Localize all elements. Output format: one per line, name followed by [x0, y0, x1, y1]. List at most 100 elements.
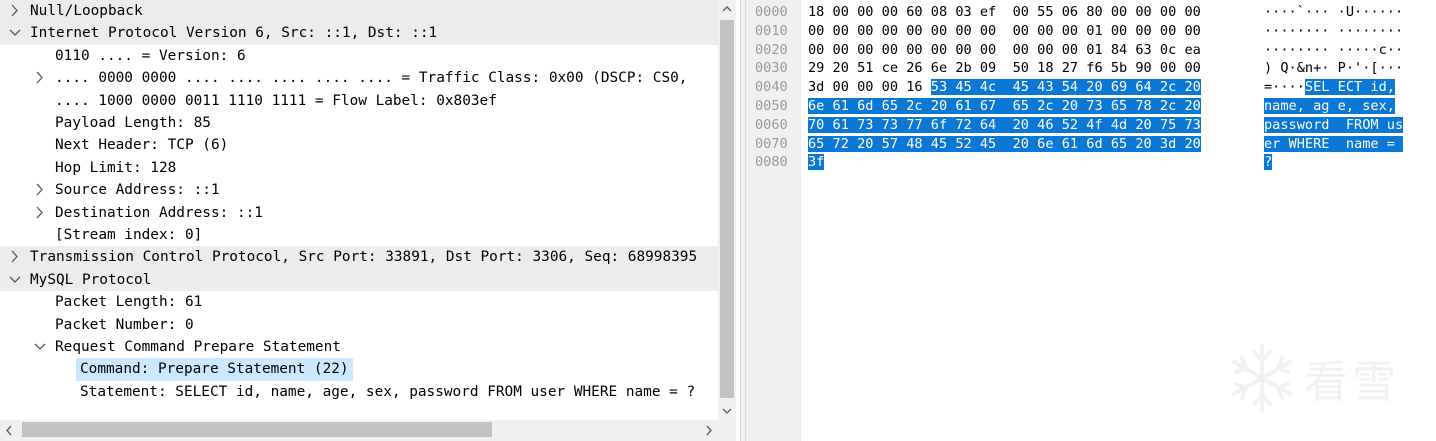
hex-bytes: 00 00 00 00 00 00 00 00 00 00 00 01 84 6…	[808, 41, 1201, 58]
hex-bytes: 00 00 00 00 00 00 00 00 00 00 00 01 00 0…	[808, 22, 1201, 39]
tree-row[interactable]: Packet Number: 0	[0, 314, 718, 336]
ascii-line[interactable]: password FROM us	[1264, 116, 1404, 134]
hex-bytes-selected: 53 45 4c 45 43 54 20 69 64 2c 20	[930, 79, 1201, 96]
ascii-text-selected: er WHERE name =	[1264, 135, 1404, 152]
offset-label: 0060	[755, 116, 788, 133]
tree-row-label: Internet Protocol Version 6, Src: ::1, D…	[30, 25, 438, 42]
hex-line[interactable]: 3d 00 00 00 16 53 45 4c 45 43 54 20 69 6…	[808, 78, 1201, 96]
tree-row[interactable]: Null/Loopback	[0, 0, 718, 23]
tree-row[interactable]: Destination Address: ::1	[0, 202, 718, 224]
tree-row-label: Next Header: TCP (6)	[55, 137, 229, 154]
ascii-text: ) Q·&n+· P·'·[···	[1264, 60, 1404, 77]
hex-bytes-selected: 70 61 73 73 77 6f 72 64 20 46 52 4f 4d 2…	[808, 116, 1201, 133]
vertical-scrollbar-thumb[interactable]	[720, 20, 734, 398]
hex-bytes-selected: 6e 61 6d 65 2c 20 61 67 65 2c 20 73 65 7…	[808, 98, 1201, 114]
ascii-text: ········ ·····c··	[1264, 41, 1404, 58]
expand-chevron-right-icon[interactable]	[9, 0, 23, 22]
offset-label: 0010	[755, 22, 788, 39]
tree-row[interactable]: [Stream index: 0]	[0, 224, 718, 246]
tree-row[interactable]: Request Command Prepare Statement	[0, 336, 718, 358]
hex-line[interactable]: 6e 61 6d 65 2c 20 61 67 65 2c 20 73 65 7…	[808, 97, 1201, 115]
ascii-text-selected: ?	[1264, 154, 1273, 171]
tree-row-label: Statement: SELECT id, name, age, sex, pa…	[80, 383, 696, 400]
ascii-line[interactable]: ?	[1264, 153, 1273, 171]
tree-row-label: Source Address: ::1	[55, 182, 220, 199]
packet-tree[interactable]: Null/Loopback Internet Protocol Version 6…	[0, 0, 718, 420]
tree-row[interactable]: MySQL Protocol	[0, 268, 718, 292]
ascii-text-selected: password FROM us	[1264, 116, 1404, 133]
ascii-text: ····`··· ·U······	[1264, 4, 1404, 20]
expand-chevron-down-icon[interactable]	[34, 336, 48, 358]
ascii-line[interactable]: er WHERE name =	[1264, 135, 1404, 153]
tree-row-label: Transmission Control Protocol, Src Port:…	[30, 249, 698, 266]
tree-row[interactable]: Transmission Control Protocol, Src Port:…	[0, 246, 718, 269]
hex-line[interactable]: 00 00 00 00 00 00 00 00 00 00 00 01 84 6…	[808, 41, 1201, 59]
horizontal-scrollbar[interactable]	[0, 420, 718, 441]
hex-line[interactable]: 70 61 73 73 77 6f 72 64 20 46 52 4f 4d 2…	[808, 116, 1201, 134]
horizontal-scrollbar-thumb[interactable]	[22, 422, 492, 437]
tree-row-label: Destination Address: ::1	[55, 204, 263, 221]
scroll-up-arrow-icon[interactable]	[718, 0, 736, 18]
ascii-line[interactable]: ········ ·····c··	[1264, 41, 1403, 59]
tree-row[interactable]: Command: Prepare Statement (22)	[0, 358, 718, 381]
ascii-line[interactable]: =····SEL ECT id,	[1264, 78, 1395, 96]
tree-row-label: Hop Limit: 128	[55, 159, 177, 176]
tree-row[interactable]: Payload Length: 85	[0, 112, 718, 134]
tree-row[interactable]: Packet Length: 61	[0, 291, 718, 313]
tree-row-label: Request Command Prepare Statement	[55, 339, 341, 355]
hex-line[interactable]: 3f	[808, 153, 825, 171]
vertical-scrollbar[interactable]	[718, 0, 736, 420]
tree-row-label: Payload Length: 85	[55, 115, 211, 131]
hex-bytes-selected: 65 72 20 57 48 45 52 45 20 6e 61 6d 65 2…	[808, 135, 1201, 152]
hex-bytes: 3d 00 00 00 16	[808, 79, 931, 96]
expand-chevron-right-icon[interactable]	[34, 67, 48, 89]
ascii-line[interactable]: name, ag e, sex,	[1264, 97, 1395, 115]
tree-row[interactable]: 0110 .... = Version: 6	[0, 45, 718, 67]
tree-row-label: .... 0000 0000 .... .... .... .... .... …	[55, 70, 688, 87]
ascii-line[interactable]: ····`··· ·U······	[1264, 3, 1403, 21]
scrollbar-corner	[718, 420, 736, 441]
ascii-text: =····	[1264, 79, 1305, 96]
offset-label: 0030	[755, 60, 788, 77]
hex-line[interactable]: 65 72 20 57 48 45 52 45 20 6e 61 6d 65 2…	[808, 135, 1201, 153]
hex-line[interactable]: 29 20 51 ce 26 6e 2b 09 50 18 27 f6 5b 9…	[808, 59, 1201, 77]
ascii-line[interactable]: ) Q·&n+· P·'·[···	[1264, 59, 1403, 77]
ascii-text-selected: SEL ECT id,	[1304, 79, 1395, 96]
tree-row[interactable]: Internet Protocol Version 6, Src: ::1, D…	[0, 22, 718, 45]
tree-row-label: MySQL Protocol	[30, 271, 152, 288]
tree-row[interactable]: Statement: SELECT id, name, age, sex, pa…	[0, 381, 718, 403]
expand-chevron-right-icon[interactable]	[9, 246, 23, 268]
ascii-line[interactable]: ········ ········	[1264, 22, 1403, 40]
offset-label: 0000	[755, 4, 788, 20]
expand-chevron-down-icon[interactable]	[9, 22, 23, 44]
tree-row[interactable]: .... 1000 0000 0011 1110 1111 = Flow Lab…	[0, 90, 718, 112]
tree-row[interactable]: Next Header: TCP (6)	[0, 134, 718, 156]
tree-row-label: .... 1000 0000 0011 1110 1111 = Flow Lab…	[55, 92, 497, 109]
watermark-text: 看雪	[1304, 357, 1400, 408]
expand-chevron-right-icon[interactable]	[34, 179, 48, 201]
offset-label: 0020	[755, 41, 788, 58]
expand-chevron-down-icon[interactable]	[9, 269, 23, 291]
offset-label: 0080	[755, 154, 788, 171]
tree-row-label: Packet Number: 0	[55, 316, 194, 333]
tree-row[interactable]: .... 0000 0000 .... .... .... .... .... …	[0, 67, 718, 89]
packet-details-pane[interactable]: Null/Loopback Internet Protocol Version 6…	[0, 0, 740, 441]
expand-chevron-right-icon[interactable]	[34, 202, 48, 224]
offset-label: 0040	[755, 79, 788, 96]
hex-bytes-selected: 3f	[808, 154, 825, 171]
offset-column: 0000 0010 0020 0030 0040 0050 0060 0070 0080	[746, 0, 801, 441]
ascii-text: ········ ········	[1264, 22, 1404, 39]
scroll-right-arrow-icon[interactable]	[700, 420, 718, 441]
scroll-left-arrow-icon[interactable]	[0, 420, 18, 441]
ascii-text-selected: name, ag e, sex,	[1264, 98, 1395, 114]
tree-row-label: Command: Prepare Statement (22)	[76, 358, 353, 381]
scroll-down-arrow-icon[interactable]	[718, 402, 736, 420]
hex-bytes: 29 20 51 ce 26 6e 2b 09 50 18 27 f6 5b 9…	[808, 60, 1201, 77]
offset-label: 0050	[755, 98, 788, 114]
watermark: 看雪	[1222, 338, 1432, 418]
tree-row-label: [Stream index: 0]	[55, 227, 203, 243]
tree-row[interactable]: Hop Limit: 128	[0, 157, 718, 179]
tree-row[interactable]: Source Address: ::1	[0, 179, 718, 201]
hex-line[interactable]: 00 00 00 00 00 00 00 00 00 00 00 01 00 0…	[808, 22, 1201, 40]
hex-line[interactable]: 18 00 00 00 60 08 03 ef 00 55 06 80 00 0…	[808, 3, 1201, 21]
